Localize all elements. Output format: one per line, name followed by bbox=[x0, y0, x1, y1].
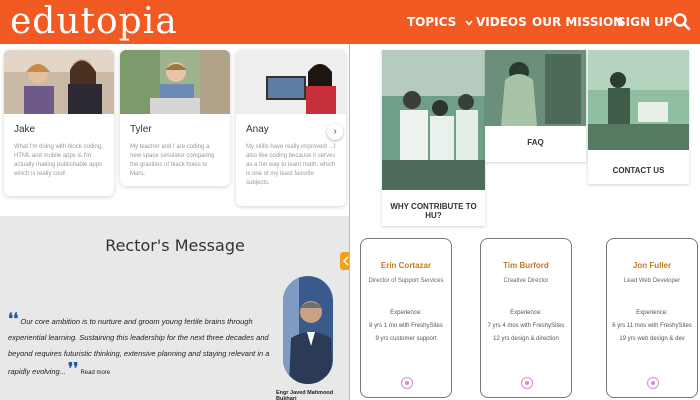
team-member-role: Lead Web Developer bbox=[623, 278, 681, 284]
office-photo bbox=[588, 50, 689, 150]
team-card-tim[interactable]: Tim Burford Creative Director Experience… bbox=[480, 238, 572, 398]
experience-line: 9 yrs customer support bbox=[375, 336, 437, 342]
student-photo-tyler bbox=[120, 50, 230, 114]
experience-label: Experience: bbox=[390, 310, 422, 316]
student-name: Jake bbox=[14, 124, 36, 135]
rector-photo bbox=[283, 276, 333, 384]
badge-icon bbox=[401, 377, 413, 389]
student-cards-carousel: Jake What I'm doing with block coding, H… bbox=[0, 44, 350, 212]
nav-topics-label: TOPICS bbox=[407, 15, 457, 29]
rector-message-section: Rector's Message ❛❛ Our core ambition is… bbox=[0, 216, 350, 400]
edutopia-logo[interactable]: edutopia bbox=[10, 2, 178, 42]
team-member-name: Erin Cortazar bbox=[380, 261, 432, 270]
tile-contact-us[interactable]: CONTACT US bbox=[588, 50, 689, 184]
chevron-down-icon bbox=[464, 0, 473, 44]
team-member-name: Tim Burford bbox=[503, 261, 549, 270]
experience-line: 19 yrs web design & dev bbox=[619, 336, 685, 342]
student-photo-anay bbox=[236, 50, 346, 114]
open-quote-icon: ❛❛ bbox=[8, 311, 19, 328]
rector-quote: ❛❛ Our core ambition is to nurture and g… bbox=[8, 312, 273, 381]
experience-line: 12 yrs design & direction bbox=[493, 336, 559, 342]
info-tiles: WHY CONTRIBUTE TO HU? FAQ CONTACT US bbox=[350, 44, 700, 232]
carousel-next-arrow[interactable]: › bbox=[327, 124, 343, 140]
student-name: Tyler bbox=[130, 124, 152, 135]
student-card-tyler[interactable]: Tyler My teacher and I are coding a new … bbox=[120, 50, 230, 186]
tile-label: CONTACT US bbox=[612, 166, 665, 175]
tile-faq[interactable]: FAQ bbox=[485, 50, 586, 162]
library-photo bbox=[485, 50, 586, 126]
tile-label: FAQ bbox=[527, 138, 544, 147]
rector-quote-text: Our core ambition is to nurture and groo… bbox=[8, 317, 270, 376]
read-more-link[interactable]: Read more bbox=[80, 370, 110, 376]
chevron-right-icon: › bbox=[333, 126, 337, 137]
experience-label: Experience: bbox=[636, 310, 668, 316]
team-member-role: Creative Director bbox=[503, 278, 549, 284]
experience-line: 8 yrs 1 mo with FreshySites bbox=[369, 323, 443, 329]
team-section: Erin Cortazar Director of Support Servic… bbox=[350, 232, 700, 400]
student-photo-jake bbox=[4, 50, 114, 114]
nav-topics[interactable]: TOPICS bbox=[407, 0, 473, 44]
team-card-erin[interactable]: Erin Cortazar Director of Support Servic… bbox=[360, 238, 452, 398]
search-icon[interactable] bbox=[672, 12, 692, 32]
experience-line: 6 yrs 11 mos with FreshySites bbox=[612, 323, 692, 329]
experience-line: 7 yrs 4 mos with FreshySites bbox=[487, 323, 565, 329]
tile-label: WHY CONTRIBUTE TO HU? bbox=[390, 202, 477, 220]
close-quote-icon: ❜❜ bbox=[68, 361, 79, 378]
rector-name: Engr Javed Mahmood Bukhari bbox=[276, 390, 334, 400]
nav-videos[interactable]: VIDEOS bbox=[476, 0, 527, 44]
badge-icon bbox=[521, 377, 533, 389]
site-header: edutopia TOPICS VIDEOS OUR MISSION SIGN … bbox=[0, 0, 700, 44]
student-quote: What I'm doing with block coding, HTML a… bbox=[14, 144, 103, 177]
team-card-jon[interactable]: Jon Fuller Lead Web Developer Experience… bbox=[606, 238, 698, 398]
tile-why-contribute[interactable]: WHY CONTRIBUTE TO HU? bbox=[382, 50, 485, 226]
student-card-jake[interactable]: Jake What I'm doing with block coding, H… bbox=[4, 50, 114, 196]
rector-message-title: Rector's Message bbox=[105, 236, 245, 255]
badge-icon bbox=[647, 377, 659, 389]
student-quote: My skills have really improved! ...I als… bbox=[246, 144, 336, 186]
nav-sign-up[interactable]: SIGN UP bbox=[617, 0, 673, 44]
team-member-name: Jon Fuller bbox=[632, 261, 672, 270]
experience-label: Experience: bbox=[510, 310, 542, 316]
column-divider bbox=[349, 44, 350, 400]
lab-photo bbox=[382, 50, 485, 190]
team-member-role: Director of Support Services bbox=[368, 278, 444, 284]
student-quote: My teacher and I are coding a new space … bbox=[130, 144, 215, 177]
nav-our-mission[interactable]: OUR MISSION bbox=[532, 0, 623, 44]
